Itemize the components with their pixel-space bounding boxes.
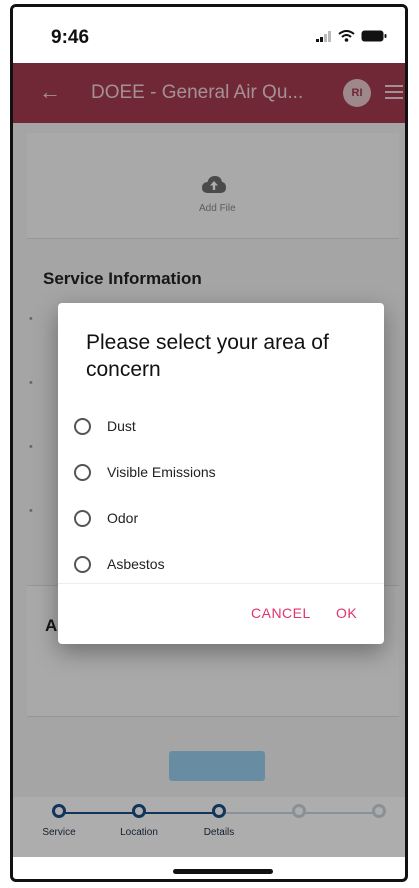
dialog-title: Please select your area of concern — [86, 331, 329, 381]
radio-unchecked-icon[interactable] — [74, 463, 91, 481]
cancel-button[interactable]: CANCEL — [251, 605, 311, 621]
radio-unchecked-icon[interactable] — [74, 417, 91, 435]
option-label: Visible Emissions — [107, 464, 216, 480]
status-bar: 9:46 — [13, 7, 405, 63]
status-icons — [316, 30, 387, 42]
option-label: Odor — [107, 510, 139, 526]
phone-frame: 9:46 ← DOEE - General Air Qu... RI Add F… — [10, 4, 408, 882]
option-visible-emissions[interactable]: Visible Emissions — [74, 457, 216, 487]
home-indicator — [173, 869, 273, 874]
option-label: Asbestos — [107, 556, 165, 572]
dialog-divider — [58, 583, 384, 584]
radio-unchecked-icon[interactable] — [74, 555, 91, 573]
ok-button[interactable]: OK — [336, 605, 357, 621]
wifi-icon — [338, 30, 355, 42]
option-label: Dust — [107, 418, 136, 434]
option-dust[interactable]: Dust — [74, 411, 136, 441]
area-of-concern-dialog: Please select your area of concern Dust … — [58, 303, 384, 644]
option-asbestos[interactable]: Asbestos — [74, 549, 165, 579]
status-time: 9:46 — [51, 27, 90, 48]
signal-icon — [316, 30, 331, 42]
battery-icon — [361, 30, 387, 42]
radio-unchecked-icon[interactable] — [74, 509, 91, 527]
option-odor[interactable]: Odor — [74, 503, 138, 533]
